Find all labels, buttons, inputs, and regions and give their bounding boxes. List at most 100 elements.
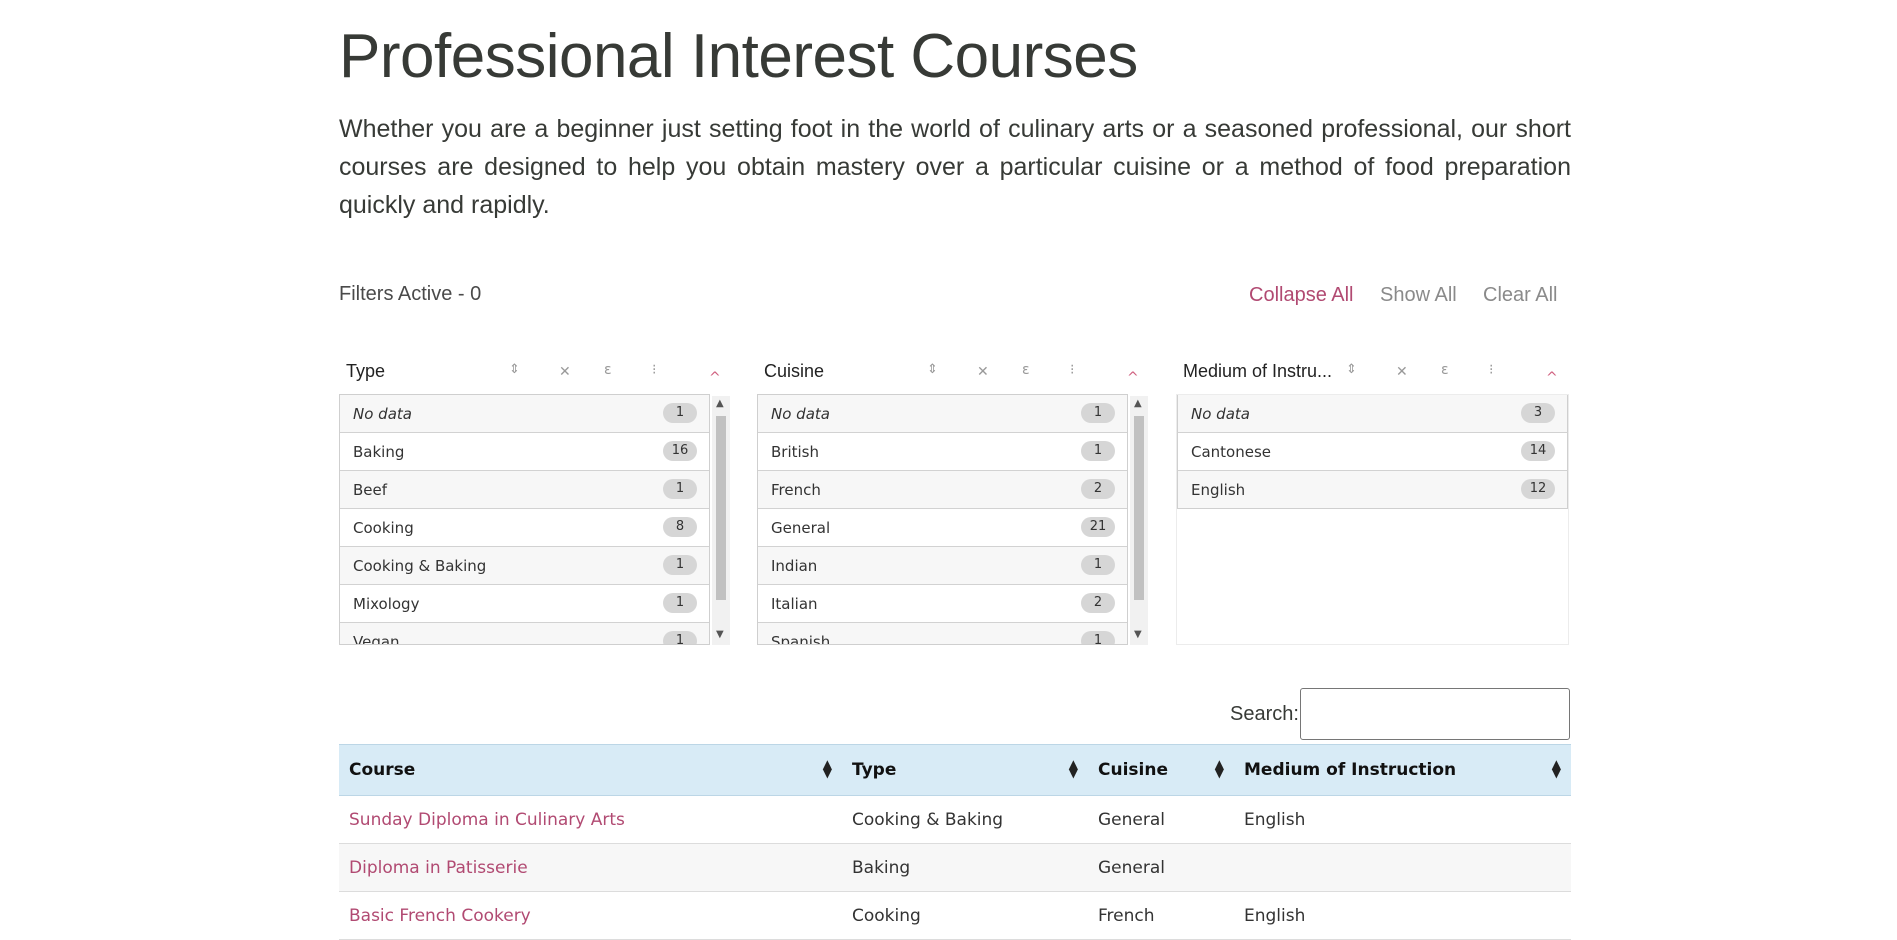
count-badge: 8 [663, 517, 697, 537]
caret-up-icon[interactable]: ^ [1546, 370, 1558, 386]
more-icon[interactable]: ⁝ [1489, 362, 1493, 378]
list-item[interactable]: Indian 1 [758, 547, 1127, 585]
count-badge: 1 [663, 479, 697, 499]
more-icon[interactable]: ⁝ [1070, 362, 1074, 378]
count-badge: 21 [1081, 517, 1115, 537]
pane-header: Medium of Instru... ⇕ ✕ ɛ ⁝ ^ [1176, 358, 1569, 394]
list-item[interactable]: General 21 [758, 509, 1127, 547]
scrollbar-thumb[interactable] [716, 416, 726, 600]
sort-icon: ▲ ▼ [1068, 757, 1078, 780]
case-icon[interactable]: ɛ [1441, 362, 1449, 378]
scrollbar[interactable]: ▲ ▼ [1130, 396, 1148, 645]
sort-icon: ▲ ▼ [1551, 757, 1561, 780]
table-header-row: Course ▲ ▼ Type ▲ ▼ Cuisine ▲ ▼ Medium of Inst… [339, 744, 1571, 796]
count-badge: 1 [663, 593, 697, 613]
count-badge: 14 [1521, 441, 1555, 461]
show-all-button[interactable]: Show All [1380, 284, 1457, 307]
more-icon[interactable]: ⁝ [652, 362, 656, 378]
course-link[interactable]: Basic French Cookery [349, 906, 531, 926]
course-cell: Sunday Diploma in Culinary Arts [339, 795, 842, 844]
pane-header: Type ⇕ ✕ ɛ ⁝ ^ [339, 358, 732, 394]
cuisine-cell: General [1088, 795, 1234, 844]
pane-title: Cuisine [764, 361, 825, 381]
column-header-medium[interactable]: Medium of Instruction ▲ ▼ [1234, 744, 1571, 796]
page-title: Professional Interest Courses [339, 22, 1138, 91]
list-item[interactable]: No data 1 [340, 395, 709, 433]
list-item[interactable]: Cantonese 14 [1177, 433, 1568, 471]
clear-icon[interactable]: ✕ [1396, 364, 1408, 380]
course-link[interactable]: Diploma in Patisserie [349, 858, 528, 878]
search-input[interactable] [1300, 688, 1570, 740]
list-item[interactable]: No data 3 [1177, 395, 1568, 433]
search-pane-cuisine: Cuisine ⇕ ✕ ɛ ⁝ ^ No data 1 British 1 Fren… [757, 358, 1150, 645]
pane-list: No data 3 Cantonese 14 English 12 [1176, 394, 1569, 645]
type-cell: Baking [842, 843, 1088, 892]
column-header-cuisine[interactable]: Cuisine ▲ ▼ [1088, 744, 1234, 796]
scroll-down-icon[interactable]: ▼ [716, 629, 724, 640]
sort-icon: ▲ ▼ [1214, 757, 1224, 780]
clear-all-button[interactable]: Clear All [1483, 284, 1557, 307]
sort-icon[interactable]: ⇕ [509, 362, 520, 377]
count-badge: 1 [663, 631, 697, 644]
sort-icon[interactable]: ⇕ [927, 362, 938, 377]
list-item[interactable]: Spanish 1 [758, 623, 1127, 644]
count-badge: 1 [1081, 555, 1115, 575]
course-cell: Basic French Cookery [339, 891, 842, 940]
caret-up-icon[interactable]: ^ [1127, 370, 1139, 386]
medium-cell: English [1234, 795, 1571, 844]
count-badge: 2 [1081, 593, 1115, 613]
count-badge: 1 [1081, 441, 1115, 461]
scroll-up-icon[interactable]: ▲ [1134, 398, 1142, 409]
sort-icon[interactable]: ⇕ [1346, 362, 1357, 377]
list-item[interactable]: Vegan 1 [340, 623, 709, 644]
list-item[interactable]: English 12 [1177, 471, 1568, 509]
list-item[interactable]: Beef 1 [340, 471, 709, 509]
list-item[interactable]: Baking 16 [340, 433, 709, 471]
case-icon[interactable]: ɛ [604, 362, 612, 378]
filters-active-label: Filters Active - 0 [339, 283, 482, 305]
search-label: Search: [1230, 703, 1299, 725]
list-item[interactable]: French 2 [758, 471, 1127, 509]
list-item[interactable]: Cooking 8 [340, 509, 709, 547]
count-badge: 1 [663, 403, 697, 423]
search-pane-medium: Medium of Instru... ⇕ ✕ ɛ ⁝ ^ No data 3 C… [1176, 358, 1569, 645]
caret-up-icon[interactable]: ^ [709, 370, 721, 386]
count-badge: 3 [1521, 403, 1555, 423]
intro-paragraph: Whether you are a beginner just setting … [339, 115, 1571, 219]
pane-header: Cuisine ⇕ ✕ ɛ ⁝ ^ [757, 358, 1150, 394]
courses-table: Course ▲ ▼ Type ▲ ▼ Cuisine ▲ ▼ Medium of Inst… [339, 744, 1571, 940]
count-badge: 1 [1081, 631, 1115, 644]
table-row: Diploma in Patisserie Baking General [339, 843, 1571, 892]
collapse-all-button[interactable]: Collapse All [1249, 284, 1354, 307]
sort-icon: ▲ ▼ [822, 757, 832, 780]
cuisine-cell: French [1088, 891, 1234, 940]
column-header-course[interactable]: Course ▲ ▼ [339, 744, 842, 796]
clear-icon[interactable]: ✕ [559, 364, 571, 380]
pane-list: No data 1 British 1 French 2 General 21 Indi… [757, 394, 1128, 645]
pane-title: Type [346, 361, 386, 381]
course-link[interactable]: Sunday Diploma in Culinary Arts [349, 810, 625, 830]
scrollbar-thumb[interactable] [1134, 416, 1144, 600]
search-pane-type: Type ⇕ ✕ ɛ ⁝ ^ No data 1 Baking 16 Beef 1 C… [339, 358, 732, 645]
pane-title: Medium of Instru... [1183, 361, 1333, 381]
clear-icon[interactable]: ✕ [977, 364, 989, 380]
count-badge: 1 [663, 555, 697, 575]
column-header-type[interactable]: Type ▲ ▼ [842, 744, 1088, 796]
table-row: Basic French Cookery Cooking French Engl… [339, 891, 1571, 940]
list-item[interactable]: Mixology 1 [340, 585, 709, 623]
scroll-down-icon[interactable]: ▼ [1134, 629, 1142, 640]
medium-cell: English [1234, 891, 1571, 940]
list-item[interactable]: No data 1 [758, 395, 1127, 433]
count-badge: 1 [1081, 403, 1115, 423]
list-item[interactable]: Italian 2 [758, 585, 1127, 623]
table-row: Sunday Diploma in Culinary Arts Cooking … [339, 795, 1571, 844]
scrollbar[interactable]: ▲ ▼ [712, 396, 730, 645]
count-badge: 16 [663, 441, 697, 461]
scroll-up-icon[interactable]: ▲ [716, 398, 724, 409]
course-cell: Diploma in Patisserie [339, 843, 842, 892]
list-item[interactable]: Cooking & Baking 1 [340, 547, 709, 585]
medium-cell [1234, 843, 1571, 892]
list-item[interactable]: British 1 [758, 433, 1127, 471]
case-icon[interactable]: ɛ [1022, 362, 1030, 378]
type-cell: Cooking & Baking [842, 795, 1088, 844]
